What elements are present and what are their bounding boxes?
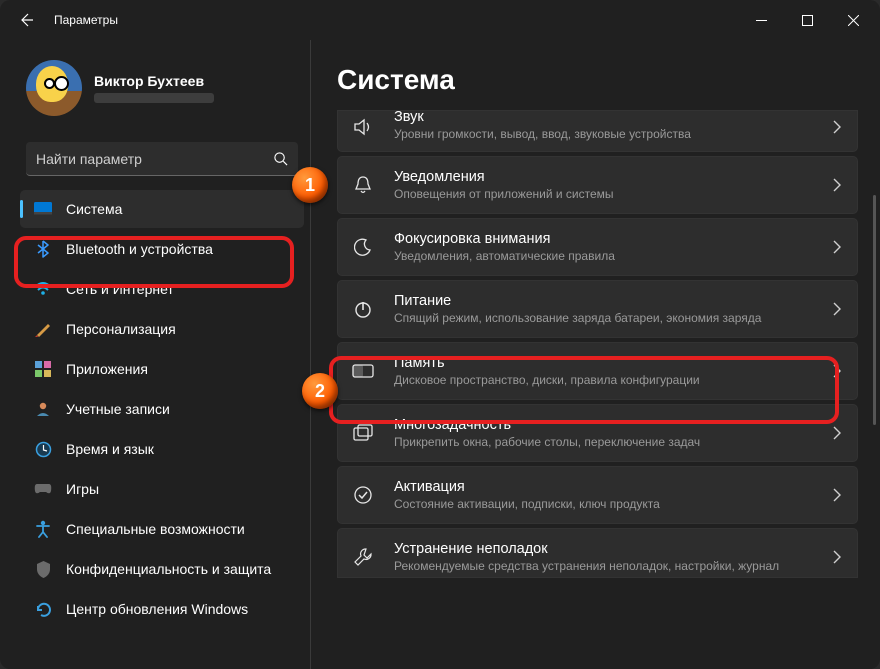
tile-sub: Уведомления, автоматические правила [394, 249, 813, 263]
tile-storage[interactable]: Память Дисковое пространство, диски, пра… [337, 342, 858, 400]
tile-head: Устранение неполадок [394, 541, 813, 557]
sidebar-item-personalization[interactable]: Персонализация [20, 310, 304, 348]
tile-sub: Состояние активации, подписки, ключ прод… [394, 497, 813, 511]
storage-icon [352, 360, 374, 382]
tile-sub: Уровни громкости, вывод, ввод, звуковые … [394, 127, 813, 141]
search-icon [273, 151, 288, 166]
wrench-icon [352, 546, 374, 568]
window-title: Параметры [54, 13, 118, 27]
chevron-right-icon [833, 488, 841, 502]
page-title: Система [337, 64, 858, 96]
gamepad-icon [34, 480, 52, 498]
sidebar-item-label: Конфиденциальность и защита [66, 561, 271, 577]
check-icon [352, 484, 374, 506]
wifi-icon [34, 280, 52, 298]
maximize-button[interactable] [784, 4, 830, 36]
display-icon [34, 200, 52, 218]
tile-head: Активация [394, 479, 813, 495]
shield-icon [34, 560, 52, 578]
accessibility-icon [34, 520, 52, 538]
close-button[interactable] [830, 4, 876, 36]
tile-head: Многозадачность [394, 417, 813, 433]
step-marker-2: 2 [302, 373, 338, 409]
vertical-scrollbar[interactable] [873, 195, 876, 425]
tile-head: Питание [394, 293, 813, 309]
sound-icon [352, 116, 374, 138]
window-controls [738, 4, 876, 36]
settings-tiles: Звук Уровни громкости, вывод, ввод, звук… [337, 114, 858, 578]
tile-notifications[interactable]: Уведомления Оповещения от приложений и с… [337, 156, 858, 214]
step-marker-1: 1 [292, 167, 328, 203]
sidebar-item-privacy[interactable]: Конфиденциальность и защита [20, 550, 304, 588]
sidebar-item-system[interactable]: Система [20, 190, 304, 228]
search-box[interactable] [26, 142, 298, 176]
titlebar: Параметры [0, 0, 880, 40]
sidebar-item-accounts[interactable]: Учетные записи [20, 390, 304, 428]
tile-power[interactable]: Питание Спящий режим, использование заря… [337, 280, 858, 338]
sidebar-item-apps[interactable]: Приложения [20, 350, 304, 388]
sidebar-item-label: Персонализация [66, 321, 176, 337]
tile-focus-assist[interactable]: Фокусировка внимания Уведомления, автома… [337, 218, 858, 276]
globe-clock-icon [34, 440, 52, 458]
profile-email-redacted [94, 93, 214, 103]
chevron-right-icon [833, 550, 841, 564]
profile-name: Виктор Бухтеев [94, 73, 214, 89]
power-icon [352, 298, 374, 320]
tile-head: Уведомления [394, 169, 813, 185]
sidebar-item-windows-update[interactable]: Центр обновления Windows [20, 590, 304, 628]
apps-icon [34, 360, 52, 378]
sidebar-item-label: Время и язык [66, 441, 154, 457]
sidebar-nav: Система Bluetooth и устройства Сеть и Ин… [20, 190, 304, 628]
profile-block[interactable]: Виктор Бухтеев [20, 50, 304, 134]
sidebar: Виктор Бухтеев Система [0, 40, 310, 669]
sidebar-item-label: Сеть и Интернет [66, 281, 174, 297]
sidebar-item-label: Учетные записи [66, 401, 170, 417]
tile-sub: Дисковое пространство, диски, правила ко… [394, 373, 813, 387]
sidebar-item-label: Система [66, 201, 122, 217]
sidebar-item-accessibility[interactable]: Специальные возможности [20, 510, 304, 548]
chevron-right-icon [833, 426, 841, 440]
bluetooth-icon [34, 240, 52, 258]
tile-head: Память [394, 355, 813, 371]
sidebar-item-label: Специальные возможности [66, 521, 245, 537]
back-button[interactable] [16, 10, 36, 30]
chevron-right-icon [833, 302, 841, 316]
tile-activation[interactable]: Активация Состояние активации, подписки,… [337, 466, 858, 524]
minimize-button[interactable] [738, 4, 784, 36]
content-area: Система Звук Уровни громкости, вывод, вв… [311, 40, 880, 669]
chevron-right-icon [833, 364, 841, 378]
tile-sub: Прикрепить окна, рабочие столы, переключ… [394, 435, 813, 449]
sidebar-item-label: Игры [66, 481, 99, 497]
settings-window: Параметры Виктор Бухтеев [0, 0, 880, 669]
search-input[interactable] [36, 151, 265, 167]
chevron-right-icon [833, 120, 841, 134]
moon-icon [352, 236, 374, 258]
sidebar-item-bluetooth[interactable]: Bluetooth и устройства [20, 230, 304, 268]
tile-head: Фокусировка внимания [394, 231, 813, 247]
tile-sub: Оповещения от приложений и системы [394, 187, 813, 201]
paintbrush-icon [34, 320, 52, 338]
tile-multitasking[interactable]: Многозадачность Прикрепить окна, рабочие… [337, 404, 858, 462]
tile-sound[interactable]: Звук Уровни громкости, вывод, ввод, звук… [337, 110, 858, 152]
sidebar-item-label: Центр обновления Windows [66, 601, 248, 617]
bell-icon [352, 174, 374, 196]
sidebar-item-label: Приложения [66, 361, 148, 377]
chevron-right-icon [833, 178, 841, 192]
update-icon [34, 600, 52, 618]
multitask-icon [352, 422, 374, 444]
tile-sub: Рекомендуемые средства устранения непола… [394, 559, 813, 573]
tile-troubleshoot[interactable]: Устранение неполадок Рекомендуемые средс… [337, 528, 858, 578]
tile-head: Звук [394, 109, 813, 125]
sidebar-item-time-language[interactable]: Время и язык [20, 430, 304, 468]
sidebar-item-label: Bluetooth и устройства [66, 241, 213, 257]
tile-sub: Спящий режим, использование заряда батар… [394, 311, 813, 325]
sidebar-item-gaming[interactable]: Игры [20, 470, 304, 508]
avatar [26, 60, 82, 116]
person-icon [34, 400, 52, 418]
chevron-right-icon [833, 240, 841, 254]
sidebar-item-network[interactable]: Сеть и Интернет [20, 270, 304, 308]
